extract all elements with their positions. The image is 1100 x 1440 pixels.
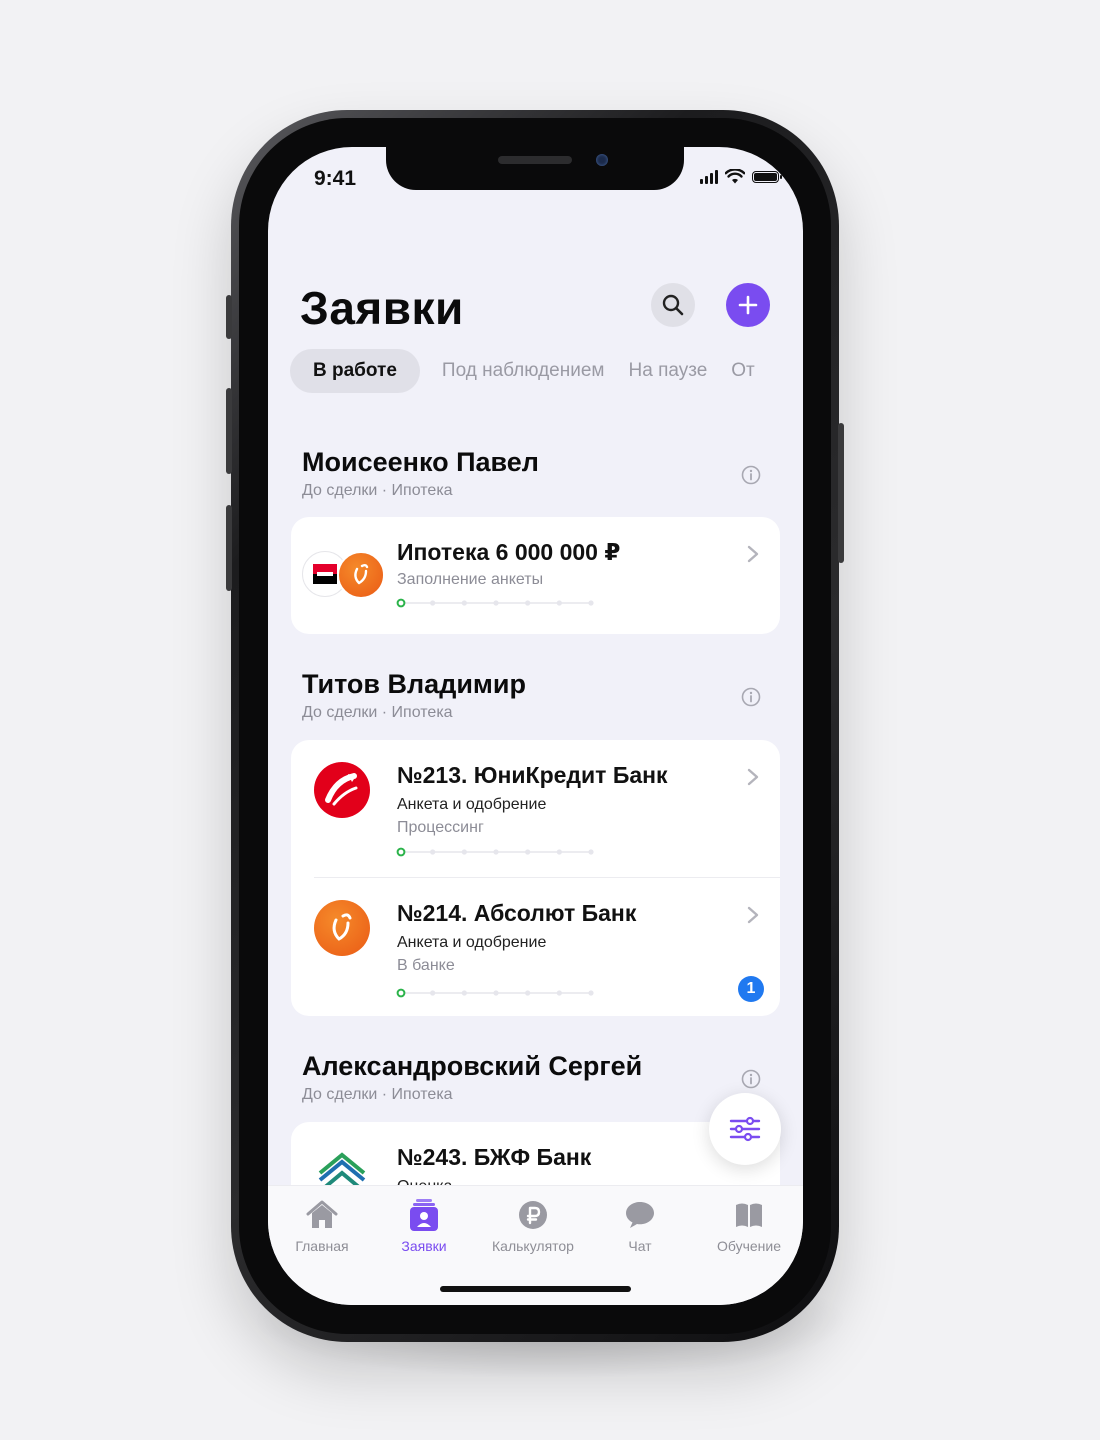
- client-subtitle: До сделки · Ипотека: [302, 704, 453, 721]
- chevron-right-icon: [747, 906, 759, 924]
- progress-step: [461, 600, 467, 606]
- client-subtitle: До сделки · Ипотека: [302, 482, 453, 499]
- application-title: Ипотека 6 000 000 ₽: [397, 539, 621, 565]
- app-screen: 9:41 Заявки В работе Под наблюдением На …: [268, 147, 803, 1305]
- home-icon: [306, 1200, 338, 1228]
- client-subtitle: До сделки · Ипотека: [302, 1086, 453, 1103]
- progress-step: [430, 990, 436, 996]
- client-name: Титов Владимир: [302, 669, 526, 699]
- progress-step: [493, 990, 499, 996]
- progress-step-done: [396, 598, 406, 608]
- add-application-button[interactable]: [726, 283, 770, 327]
- status-tabs: В работе Под наблюдением На паузе От: [290, 349, 767, 393]
- application-row[interactable]: Ипотека 6 000 000 ₽ Заполнение анкеты: [291, 517, 780, 634]
- client-name: Моисеенко Павел: [302, 447, 539, 477]
- progress-track: [396, 988, 594, 998]
- battery-icon: [752, 170, 782, 183]
- search-icon: [662, 294, 684, 316]
- home-indicator: [440, 1286, 631, 1292]
- signal-icon: [700, 169, 718, 184]
- filter-sliders-icon: [729, 1116, 761, 1142]
- progress-step: [430, 600, 436, 606]
- applications-icon: [410, 1199, 438, 1231]
- info-icon[interactable]: [741, 465, 761, 485]
- book-icon: [736, 1203, 762, 1227]
- progress-step: [556, 849, 562, 855]
- tabbar-item-home[interactable]: Главная: [272, 1198, 372, 1254]
- progress-step: [461, 849, 467, 855]
- application-card[interactable]: Ипотека 6 000 000 ₽ Заполнение анкеты: [291, 517, 780, 634]
- tabbar-label: Главная: [295, 1238, 349, 1254]
- tab-in-progress[interactable]: В работе: [290, 349, 420, 393]
- application-status: Процессинг: [397, 819, 484, 836]
- application-row[interactable]: №213. ЮниКредит Банк Анкета и одобрение …: [291, 740, 780, 877]
- progress-step: [588, 600, 594, 606]
- plus-icon: [738, 295, 758, 315]
- ruble-icon: [519, 1201, 547, 1229]
- bank-logo-absolut: [337, 551, 385, 599]
- application-row[interactable]: №214. Абсолют Банк Анкета и одобрение В …: [291, 878, 780, 1016]
- power-button: [838, 423, 844, 563]
- progress-step: [525, 990, 531, 996]
- info-icon[interactable]: [741, 1069, 761, 1089]
- silent-switch: [226, 295, 232, 339]
- tabbar-label: Калькулятор: [492, 1238, 574, 1254]
- tabbar-item-applications[interactable]: Заявки: [374, 1198, 474, 1254]
- progress-step-done: [396, 847, 406, 857]
- application-status: Заполнение анкеты: [397, 571, 544, 588]
- search-button[interactable]: [651, 283, 695, 327]
- status-icons: [700, 169, 782, 184]
- notification-badge: 1: [738, 976, 764, 1002]
- progress-step: [588, 990, 594, 996]
- chevron-right-icon: [747, 768, 759, 786]
- tabbar-item-learning[interactable]: Обучение: [699, 1198, 799, 1254]
- application-status: В банке: [397, 957, 455, 974]
- tabbar-label: Заявки: [401, 1238, 447, 1254]
- application-stage: Анкета и одобрение: [397, 934, 547, 951]
- chat-icon: [626, 1202, 654, 1228]
- bank-logo-absolut: [314, 900, 370, 956]
- tabbar-label: Обучение: [716, 1238, 782, 1254]
- notch: [386, 147, 684, 190]
- progress-step: [525, 849, 531, 855]
- progress-step: [588, 849, 594, 855]
- volume-down-button: [226, 505, 232, 591]
- application-card: №213. ЮниКредит Банк Анкета и одобрение …: [291, 740, 780, 1016]
- application-stage: Анкета и одобрение: [397, 796, 547, 813]
- filter-button[interactable]: [709, 1093, 781, 1165]
- progress-step: [525, 600, 531, 606]
- wifi-icon: [725, 169, 745, 184]
- progress-step: [556, 600, 562, 606]
- progress-step: [493, 849, 499, 855]
- tab-rejected[interactable]: От: [719, 349, 766, 393]
- progress-step: [556, 990, 562, 996]
- front-camera: [596, 154, 608, 166]
- progress-step: [430, 849, 436, 855]
- speaker: [498, 156, 572, 164]
- application-title: №214. Абсолют Банк: [397, 900, 637, 926]
- progress-step-done: [396, 988, 406, 998]
- application-title: №243. БЖФ Банк: [397, 1144, 592, 1170]
- tabbar-label: Чат: [628, 1238, 652, 1254]
- application-title: №213. ЮниКредит Банк: [397, 762, 668, 788]
- tabbar-item-chat[interactable]: Чат: [590, 1198, 690, 1254]
- progress-step: [493, 600, 499, 606]
- progress-track: [396, 598, 594, 608]
- tab-paused[interactable]: На паузе: [617, 349, 720, 393]
- bank-logo-unicredit: [314, 762, 370, 818]
- volume-up-button: [226, 388, 232, 474]
- info-icon[interactable]: [741, 687, 761, 707]
- client-name: Александровский Сергей: [302, 1051, 643, 1081]
- progress-track: [396, 847, 594, 857]
- chevron-right-icon: [747, 545, 759, 563]
- tabbar-item-calculator[interactable]: Калькулятор: [483, 1198, 583, 1254]
- status-time: 9:41: [314, 167, 357, 190]
- progress-step: [461, 990, 467, 996]
- page-title: Заявки: [300, 282, 464, 334]
- tab-under-observation[interactable]: Под наблюдением: [430, 349, 617, 393]
